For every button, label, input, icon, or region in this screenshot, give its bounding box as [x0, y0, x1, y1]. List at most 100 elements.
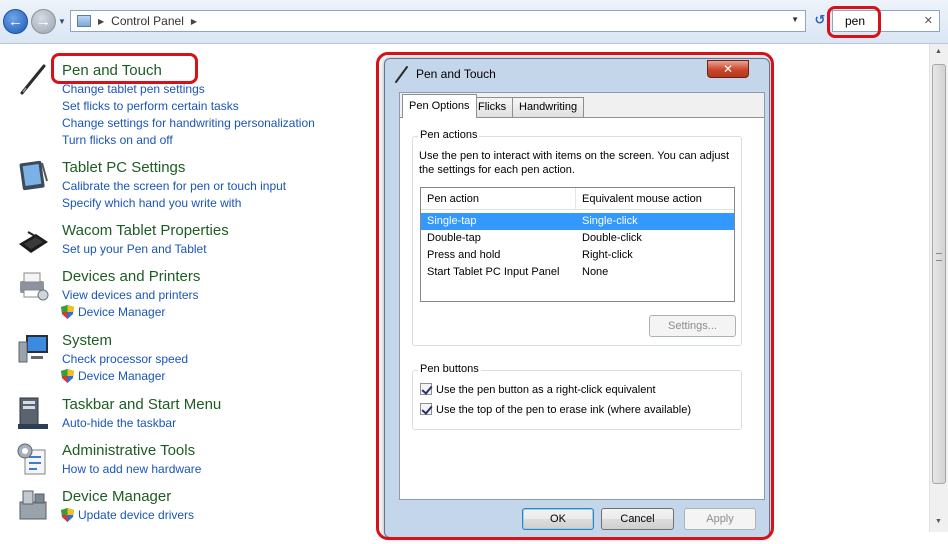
pen-actions-description: Use the pen to interact with items on th… — [419, 150, 730, 176]
back-button[interactable]: ← — [3, 9, 28, 34]
erase-ink-checkbox[interactable] — [420, 403, 432, 415]
pen-buttons-group: Pen buttons Use the pen button as a righ… — [412, 363, 742, 430]
result-title[interactable]: Pen and Touch — [62, 62, 162, 79]
settings-button[interactable]: Settings... — [649, 315, 736, 337]
address-toolbar: ← → ▼ ▶ Control Panel ▶ ▼ ↺ ✕ — [0, 0, 948, 44]
task-link[interactable]: Change settings for handwriting personal… — [62, 116, 315, 130]
search-input[interactable] — [833, 11, 919, 31]
refresh-icon[interactable]: ↺ — [812, 12, 828, 30]
list-row[interactable]: Double-tap Double-click — [421, 230, 734, 247]
scroll-down-icon[interactable]: ▼ — [935, 518, 942, 525]
result-title[interactable]: Tablet PC Settings — [62, 159, 185, 176]
result-title[interactable]: Wacom Tablet Properties — [62, 222, 229, 239]
wacom-tablet-icon — [19, 231, 48, 253]
erase-ink-option[interactable]: Use the top of the pen to erase ink (whe… — [420, 403, 691, 416]
ok-button[interactable]: OK — [522, 508, 594, 530]
pen-action-cell: Press and hold — [427, 249, 501, 261]
breadcrumb-control-panel[interactable]: Control Panel — [111, 14, 184, 28]
task-link[interactable]: Auto-hide the taskbar — [62, 416, 176, 430]
list-row[interactable]: Single-tap Single-click — [421, 213, 734, 230]
tab-pen-options[interactable]: Pen Options — [402, 94, 477, 118]
result-administrative-tools: Administrative Tools How to add new hard… — [0, 442, 372, 480]
pen-actions-group: Pen actions Use the pen to interact with… — [412, 129, 742, 346]
result-tablet-pc-settings: Tablet PC Settings Calibrate the screen … — [0, 159, 372, 213]
scroll-up-icon[interactable]: ▲ — [935, 48, 942, 55]
device-manager-icon — [19, 490, 47, 520]
scrollbar-thumb[interactable] — [932, 64, 946, 484]
result-title[interactable]: System — [62, 332, 112, 349]
recent-pages-dropdown-icon[interactable]: ▼ — [58, 17, 66, 26]
computer-icon — [18, 335, 48, 363]
pen-action-cell: Single-tap — [427, 215, 477, 227]
mouse-action-cell: Double-click — [582, 232, 642, 244]
tablet-pc-icon — [19, 160, 48, 191]
result-title[interactable]: Devices and Printers — [62, 268, 200, 285]
result-pen-and-touch: Pen and Touch Change tablet pen settings… — [0, 62, 372, 152]
pen-action-cell: Double-tap — [427, 232, 481, 244]
task-link[interactable]: Turn flicks on and off — [62, 133, 173, 147]
pen-actions-label: Pen actions — [418, 129, 480, 141]
task-link[interactable]: Set up your Pen and Tablet — [62, 242, 207, 256]
task-link[interactable]: Check processor speed — [62, 352, 188, 366]
pen-actions-list[interactable]: Pen action Equivalent mouse action Singl… — [420, 187, 735, 302]
result-taskbar-and-start-menu: Taskbar and Start Menu Auto-hide the tas… — [0, 396, 372, 434]
list-header: Pen action Equivalent mouse action — [421, 188, 734, 210]
clear-search-icon[interactable]: ✕ — [924, 14, 933, 27]
erase-ink-option-label: Use the top of the pen to erase ink (whe… — [436, 404, 691, 416]
tab-flicks[interactable]: Flicks — [471, 97, 514, 117]
printer-icon — [20, 272, 49, 301]
column-header-mouse-action[interactable]: Equivalent mouse action — [576, 188, 734, 210]
list-row[interactable]: Press and hold Right-click — [421, 247, 734, 264]
task-link[interactable]: Change tablet pen settings — [62, 82, 205, 96]
dialog-close-button[interactable]: ✕ — [707, 60, 749, 78]
scroll-grip-icon — [936, 253, 942, 261]
uac-shield-icon — [61, 305, 74, 319]
pen-icon — [395, 66, 408, 83]
pen-options-panel: Pen actions Use the pen to interact with… — [400, 117, 764, 499]
right-click-option[interactable]: Use the pen button as a right-click equi… — [420, 383, 656, 396]
list-row[interactable]: Start Tablet PC Input Panel None — [421, 264, 734, 281]
result-title[interactable]: Administrative Tools — [62, 442, 195, 459]
right-click-option-label: Use the pen button as a right-click equi… — [436, 384, 656, 396]
apply-button[interactable]: Apply — [684, 508, 756, 530]
pen-and-touch-dialog: Pen and Touch ✕ Pen Options Flicks Handw… — [384, 58, 770, 538]
breadcrumb-separator-icon[interactable]: ▶ — [98, 17, 104, 26]
pen-action-cell: Start Tablet PC Input Panel — [427, 266, 560, 278]
uac-shield-icon — [61, 508, 74, 522]
task-link[interactable]: Device Manager — [78, 305, 165, 319]
result-devices-and-printers: Devices and Printers View devices and pr… — [0, 268, 372, 322]
search-box[interactable]: ✕ — [832, 10, 940, 32]
task-link[interactable]: Update device drivers — [78, 508, 194, 522]
tab-handwriting[interactable]: Handwriting — [512, 97, 585, 117]
uac-shield-icon — [61, 369, 74, 383]
mouse-action-cell: Right-click — [582, 249, 633, 261]
mouse-action-cell: Single-click — [582, 215, 638, 227]
forward-button[interactable]: → — [31, 9, 56, 34]
task-link[interactable]: Specify which hand you write with — [62, 196, 241, 210]
result-title[interactable]: Taskbar and Start Menu — [62, 396, 221, 413]
result-system: System Check processor speed Device Mana… — [0, 332, 372, 386]
mouse-action-cell: None — [582, 266, 609, 278]
task-link[interactable]: How to add new hardware — [62, 462, 201, 476]
taskbar-icon — [18, 397, 48, 429]
pen-buttons-label: Pen buttons — [418, 363, 481, 375]
result-wacom-tablet-properties: Wacom Tablet Properties Set up your Pen … — [0, 222, 372, 260]
dialog-body: Pen Options Flicks Handwriting Pen actio… — [399, 92, 765, 500]
task-link[interactable]: View devices and printers — [62, 288, 199, 302]
breadcrumb-chevron-icon[interactable]: ▶ — [191, 17, 197, 26]
column-header-pen-action[interactable]: Pen action — [421, 188, 576, 210]
address-bar[interactable]: ▶ Control Panel ▶ ▼ — [70, 10, 806, 32]
vertical-scrollbar[interactable]: ▲ ▼ — [929, 44, 948, 532]
result-title[interactable]: Device Manager — [62, 488, 171, 505]
address-dropdown-icon[interactable]: ▼ — [791, 15, 799, 24]
control-panel-icon — [77, 15, 91, 27]
admin-tools-icon — [17, 443, 46, 475]
dialog-title: Pen and Touch — [416, 67, 496, 81]
cancel-button[interactable]: Cancel — [601, 508, 674, 530]
result-device-manager: Device Manager Update device drivers — [0, 488, 372, 528]
task-link[interactable]: Set flicks to perform certain tasks — [62, 99, 239, 113]
pen-icon — [20, 64, 46, 95]
right-click-checkbox[interactable] — [420, 383, 432, 395]
task-link[interactable]: Device Manager — [78, 369, 165, 383]
task-link[interactable]: Calibrate the screen for pen or touch in… — [62, 179, 286, 193]
